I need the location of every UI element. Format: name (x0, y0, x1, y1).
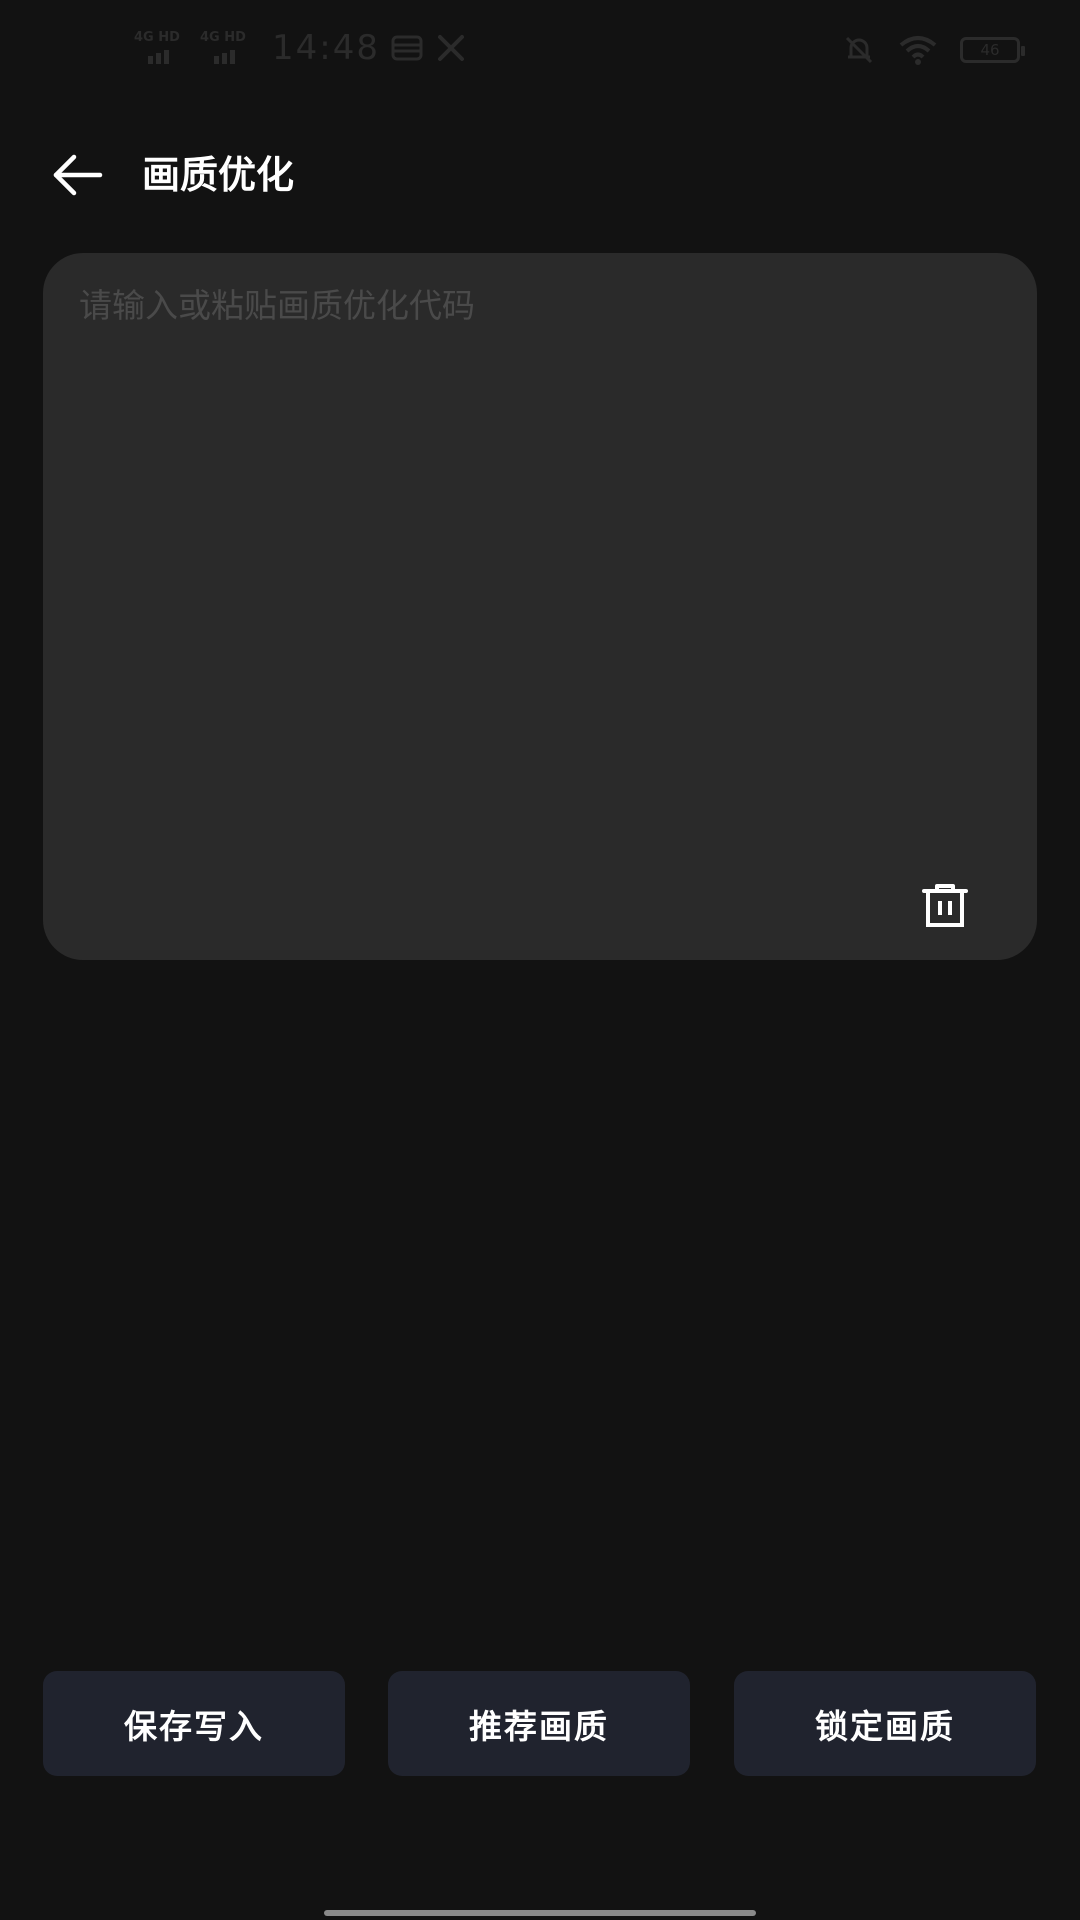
code-editor-card (43, 253, 1037, 960)
arrow-left-icon (53, 154, 103, 196)
signal-2-label: 4G HD (200, 30, 246, 45)
back-button[interactable] (50, 152, 106, 198)
battery-icon: 46 (960, 37, 1025, 63)
status-bar: 4G HD 4G HD 14:48 46 (0, 0, 1080, 96)
status-left: 4G HD 4G HD 14:48 (134, 26, 468, 70)
lock-quality-button[interactable]: 锁定画质 (734, 1671, 1036, 1776)
clear-button[interactable] (915, 877, 975, 933)
page-title: 画质优化 (142, 153, 295, 197)
status-right: 46 (842, 30, 1025, 70)
signal-1-icon: 4G HD (134, 28, 190, 68)
status-time: 14:48 (272, 28, 380, 68)
sim-card-icon (391, 35, 423, 61)
signal-2-icon: 4G HD (200, 28, 256, 68)
home-indicator[interactable] (324, 1910, 756, 1916)
code-input[interactable] (79, 283, 999, 843)
mute-bell-icon (845, 36, 873, 64)
wifi-icon (899, 36, 937, 65)
header: 画质优化 (0, 130, 1080, 220)
trash-icon (922, 884, 968, 927)
action-row: 保存写入 推荐画质 锁定画质 (43, 1671, 1037, 1776)
tools-icon (437, 35, 464, 61)
signal-1-label: 4G HD (134, 30, 180, 45)
recommend-quality-button[interactable]: 推荐画质 (388, 1671, 690, 1776)
battery-level: 46 (980, 41, 1000, 59)
save-write-button[interactable]: 保存写入 (43, 1671, 345, 1776)
